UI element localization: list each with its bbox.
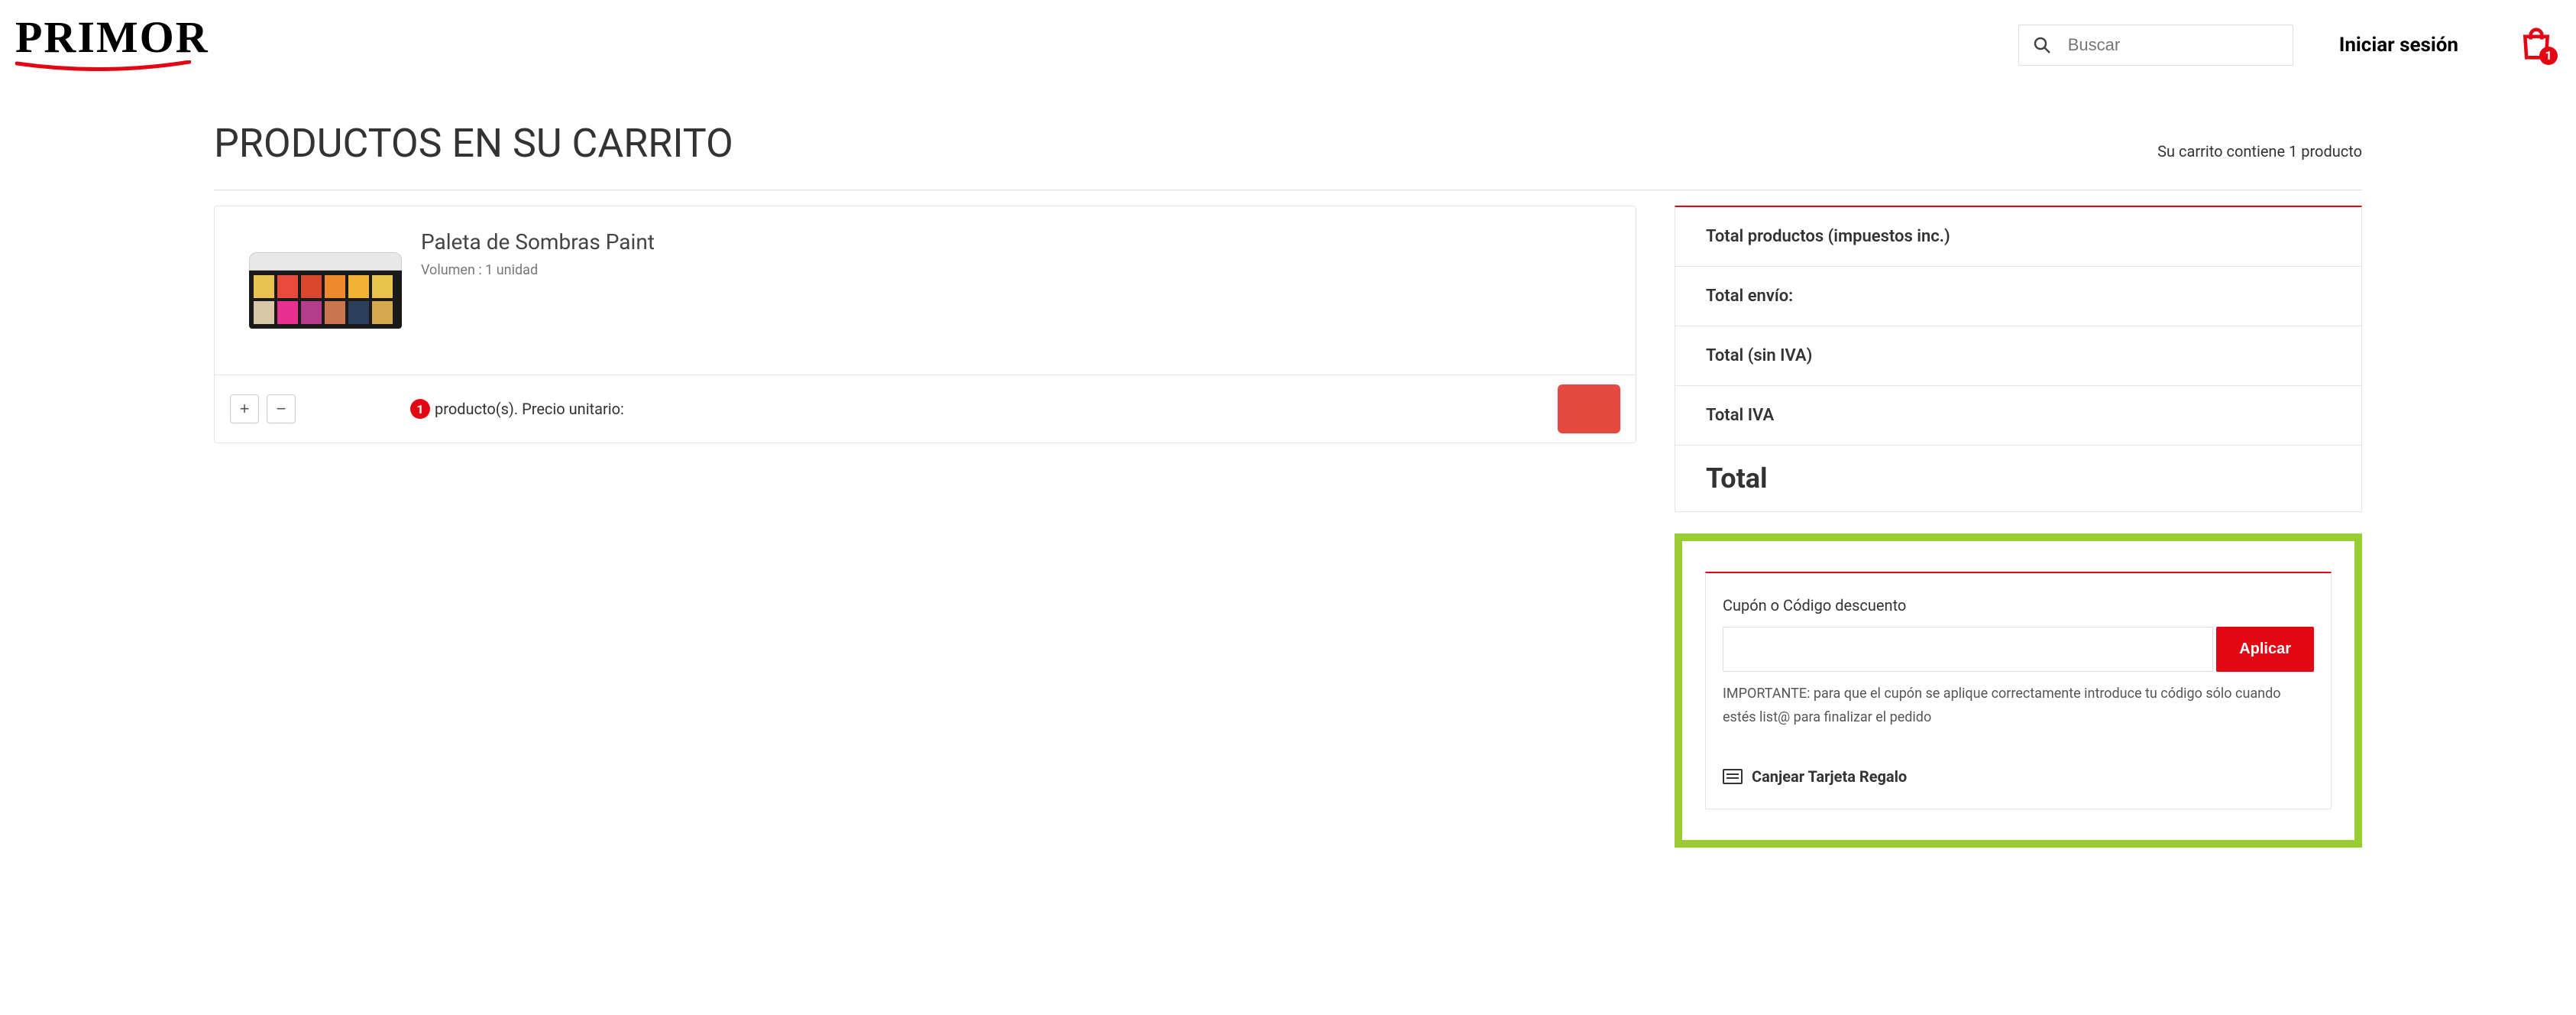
remove-button[interactable] [1558,384,1620,433]
page-title: PRODUCTOS EN SU CARRITO [214,120,733,167]
logo[interactable]: PRIMOR [15,15,209,74]
main-content: PRODUCTOS EN SU CARRITO Su carrito conti… [0,89,2576,848]
summary-row-total: Total [1675,445,2361,511]
logo-swoosh [15,60,191,71]
logo-text: PRIMOR [15,15,209,60]
header: PRIMOR Iniciar sesión 1 [0,0,2576,89]
search-box[interactable] [2018,24,2293,66]
summary-row-shipping: Total envío: [1675,266,2361,326]
summary-row-noiva: Total (sin IVA) [1675,326,2361,385]
product-top: Paleta de Sombras Paint Volumen : 1 unid… [215,206,1636,375]
summary-row-iva: Total IVA [1675,385,2361,445]
coupon-highlight: Cupón o Código descuento Aplicar IMPORTA… [1675,533,2362,848]
product-meta: Paleta de Sombras Paint Volumen : 1 unid… [413,229,655,352]
qty-suffix: producto(s). Precio unitario: [435,400,624,418]
cart-badge: 1 [2539,47,2558,65]
qty-decrease-button[interactable]: − [267,394,296,423]
product-card: Paleta de Sombras Paint Volumen : 1 unid… [214,206,1636,443]
gift-card-link[interactable]: Canjear Tarjeta Regalo [1723,767,2314,786]
apply-button[interactable]: Aplicar [2216,627,2314,672]
login-link[interactable]: Iniciar sesión [2339,34,2458,57]
title-row: PRODUCTOS EN SU CARRITO Su carrito conti… [214,120,2362,167]
coupon-row: Aplicar [1723,627,2314,672]
cart-count-text: Su carrito contiene 1 producto [2157,142,2362,161]
summary-column: Total productos (impuestos inc.) Total e… [1675,206,2362,848]
qty-badge: 1 [410,399,430,419]
search-input[interactable] [2068,35,2279,55]
coupon-note: IMPORTANTE: para que el cupón se aplique… [1723,683,2314,729]
product-image[interactable] [238,229,413,352]
gift-card-label: Canjear Tarjeta Regalo [1752,767,1907,786]
card-icon [1723,769,1743,784]
coupon-panel: Cupón o Código descuento Aplicar IMPORTA… [1705,572,2332,809]
columns: Paleta de Sombras Paint Volumen : 1 unid… [214,206,2362,848]
product-name[interactable]: Paleta de Sombras Paint [421,229,655,255]
coupon-label: Cupón o Código descuento [1723,596,2314,615]
product-variant: Volumen : 1 unidad [421,262,655,278]
qty-increase-button[interactable]: + [230,394,259,423]
summary-panel: Total productos (impuestos inc.) Total e… [1675,206,2362,512]
summary-row-products: Total productos (impuestos inc.) [1675,207,2361,266]
search-icon [2033,34,2051,56]
product-bottom: + − 1 producto(s). Precio unitario: [215,375,1636,443]
coupon-input[interactable] [1723,627,2213,672]
palette-illustration [249,252,402,329]
cart-button[interactable]: 1 [2519,27,2553,63]
qty-section: 1 producto(s). Precio unitario: [410,399,624,419]
